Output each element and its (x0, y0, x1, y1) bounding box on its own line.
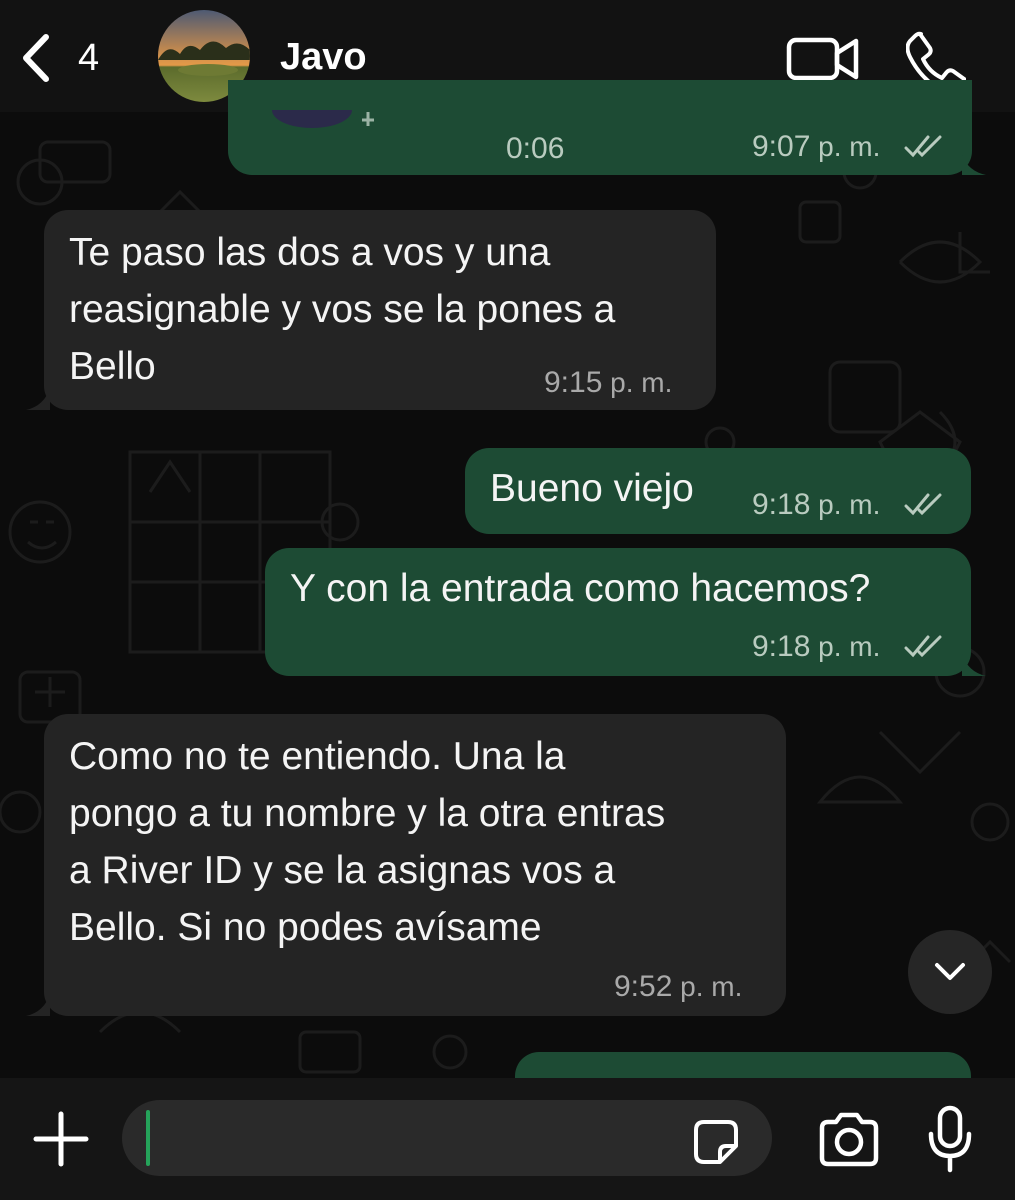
message-input[interactable] (122, 1100, 772, 1176)
message-text: Como no te entiendo. Una la pongo a tu n… (69, 735, 666, 949)
bubble-tail (26, 994, 50, 1016)
video-camera-icon[interactable] (786, 30, 860, 86)
message-bubble-incoming[interactable]: Te paso las dos a vos y una reasignable … (44, 210, 716, 410)
message-bubble-outgoing[interactable]: 0:06 9:07 p. m. (228, 80, 972, 175)
bubble-tail (962, 654, 986, 676)
camera-icon[interactable] (816, 1110, 882, 1170)
unread-count: 4 (78, 36, 100, 79)
back-button[interactable]: 4 (18, 28, 118, 88)
message-time: 9:15 p. m. (544, 366, 673, 399)
message-time: 9:52 p. m. (614, 970, 743, 1003)
read-receipt-icon (904, 493, 942, 516)
read-receipt-icon (904, 135, 942, 158)
message-time: 9:18 p. m. (752, 488, 881, 521)
sticker-icon[interactable] (692, 1118, 740, 1166)
message-bubble-incoming[interactable]: Como no te entiendo. Una la pongo a tu n… (44, 714, 786, 1016)
microphone-icon[interactable] (926, 1104, 974, 1174)
text-caret (146, 1110, 150, 1166)
chevron-down-icon (935, 963, 965, 980)
message-text: Y con la entrada como hacemos? (290, 567, 871, 610)
contact-name[interactable]: Javo (280, 36, 367, 79)
audio-duration: 0:06 (506, 132, 565, 165)
bubble-tail (26, 388, 50, 410)
message-time: 9:18 p. m. (752, 630, 881, 663)
message-bubble-outgoing[interactable]: Bueno viejo 9:18 p. m. (465, 448, 971, 534)
message-text: Bueno viejo (490, 467, 694, 510)
message-bubble-outgoing[interactable]: Y con la entrada como hacemos? 9:18 p. m… (265, 548, 971, 676)
sender-avatar-fragment (272, 110, 374, 128)
chevron-left-icon (23, 34, 49, 82)
scroll-to-bottom-button[interactable] (908, 930, 992, 1014)
message-time: 9:07 p. m. (752, 130, 881, 163)
read-receipt-icon (904, 635, 942, 658)
plus-icon[interactable] (30, 1108, 92, 1170)
bubble-tail (962, 155, 986, 175)
